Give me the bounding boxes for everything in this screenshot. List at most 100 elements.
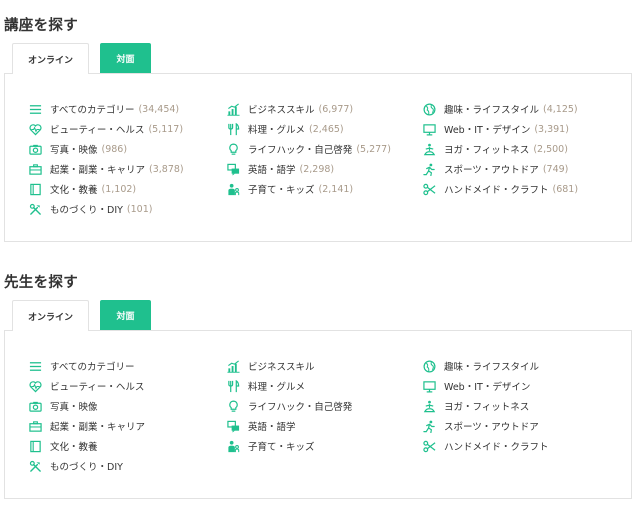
category-label: 文化・教養 [50,442,98,453]
category-label: ビジネススキル [248,362,315,373]
monitor-icon [423,380,436,393]
category-label: 写真・映像 [50,145,98,156]
category-count: (3,391) [534,123,569,135]
category-label: 趣味・ライフスタイル [444,105,540,116]
chat-icon [227,420,240,433]
category-link[interactable]: ビジネススキル (6,977) [227,101,353,117]
category-count: (5,277) [356,143,391,155]
category-label: ヨガ・フィットネス [444,145,530,156]
tools-icon [29,203,42,216]
camera-icon [29,400,42,413]
category-link[interactable]: ビューティー・ヘルス [29,378,144,394]
category-label: 文化・教養 [50,185,98,196]
category-label: ものづくり・DIY [50,205,123,216]
category-label: 趣味・ライフスタイル [444,362,540,373]
lightbulb-icon [227,400,240,413]
tools-icon [29,460,42,473]
monitor-icon [423,123,436,136]
category-label: ビューティー・ヘルス [50,125,145,136]
chart-icon [227,102,240,116]
category-count: (681) [552,183,579,195]
category-panel: すべてのカテゴリー ビューティー・ヘルス 写真・映像起業・副業・キャリア 文化・教養も… [4,330,632,499]
category-link[interactable]: 料理・グルメ [227,378,305,394]
category-label: 起業・副業・キャリア [50,165,146,176]
category-link[interactable]: スポーツ・アウトドア (749) [423,161,568,177]
yoga-icon [423,400,436,413]
parent-child-icon [227,440,240,453]
category-count: (101) [126,203,153,215]
chart-icon [227,359,240,373]
tab-in-person[interactable]: 対面 [100,300,151,330]
category-link[interactable]: ビジネススキル [227,358,315,374]
category-panel: すべてのカテゴリー (34,454) ビューティー・ヘルス (5,117) 写真・映像(… [4,73,632,242]
category-link[interactable]: 写真・映像 [29,398,98,414]
category-label: ものづくり・DIY [50,462,123,473]
briefcase-icon [29,163,42,176]
category-link[interactable]: ライフハック・自己啓発 [227,398,352,414]
category-link[interactable]: ライフハック・自己啓発 (5,277) [227,141,391,157]
globe-icon [423,360,436,373]
scissors-icon [423,440,436,453]
category-label: Web・IT・デザイン [444,382,531,393]
category-label: 英語・語学 [248,422,296,433]
category-count: (3,878) [149,163,184,175]
category-link[interactable]: Web・IT・デザイン (3,391) [423,121,569,137]
category-link[interactable]: スポーツ・アウトドア [423,418,539,434]
globe-icon [423,103,436,116]
category-link[interactable]: 趣味・ライフスタイル (4,125) [423,101,578,117]
list-icon [29,360,42,373]
category-link[interactable]: 趣味・ライフスタイル [423,358,539,374]
category-link[interactable]: 文化・教養 (1,102) [29,181,136,197]
category-label: 料理・グルメ [248,382,306,393]
category-link[interactable]: 料理・グルメ (2,465) [227,121,344,137]
tab-online[interactable]: オンライン [12,43,89,74]
category-label: ハンドメイド・クラフト [444,442,549,453]
category-label: ヨガ・フィットネス [444,402,530,413]
section-title: 講座を探す [4,18,78,34]
category-label: 起業・副業・キャリア [50,422,146,433]
parent-child-icon [227,183,240,196]
category-count: (1,102) [101,183,137,195]
category-count: (2,465) [309,123,344,135]
tab-in-person[interactable]: 対面 [100,43,151,73]
category-link[interactable]: ビューティー・ヘルス (5,117) [29,121,183,137]
heart-pulse-icon [29,123,42,136]
category-label: すべてのカテゴリー [50,105,135,116]
category-link[interactable]: 文化・教養 [29,438,98,454]
category-link[interactable]: すべてのカテゴリー [29,358,134,374]
category-count: (2,298) [299,163,335,175]
category-count: (986) [101,143,128,155]
category-count: (4,125) [543,103,578,115]
category-link[interactable]: 英語・語学 [227,418,296,434]
category-count: (6,977) [318,103,354,115]
category-count: (2,141) [318,183,354,195]
fork-knife-icon [227,122,240,136]
lightbulb-icon [227,143,240,156]
category-link[interactable]: すべてのカテゴリー (34,454) [29,101,179,117]
category-link[interactable]: 写真・映像 (986) [29,141,127,157]
category-label: ビジネススキル [248,105,315,116]
chat-icon [227,163,240,176]
list-icon [29,103,42,116]
category-link[interactable]: Web・IT・デザイン [423,378,530,394]
category-link[interactable]: ヨガ・フィットネス [423,398,529,414]
category-link[interactable]: 起業・副業・キャリア [29,418,145,434]
category-link[interactable]: ハンドメイド・クラフト [423,438,549,454]
category-link[interactable]: 子育て・キッズ [227,438,315,454]
category-count: (34,454) [138,103,180,115]
book-icon [29,183,42,196]
yoga-icon [423,143,436,156]
category-count: (749) [542,163,569,175]
tab-online[interactable]: オンライン [12,300,89,331]
category-link[interactable]: ものづくり・DIY (101) [29,201,152,217]
category-label: スポーツ・アウトドア [444,422,539,433]
category-link[interactable]: 子育て・キッズ (2,141) [227,181,353,197]
category-link[interactable]: ハンドメイド・クラフト (681) [423,181,578,197]
category-label: Web・IT・デザイン [444,125,531,136]
category-link[interactable]: 起業・副業・キャリア (3,878) [29,161,184,177]
category-link[interactable]: ヨガ・フィットネス (2,500) [423,141,568,157]
category-link[interactable]: ものづくり・DIY [29,458,123,474]
category-count: (2,500) [533,143,568,155]
category-count: (5,117) [148,123,184,135]
category-link[interactable]: 英語・語学 (2,298) [227,161,334,177]
